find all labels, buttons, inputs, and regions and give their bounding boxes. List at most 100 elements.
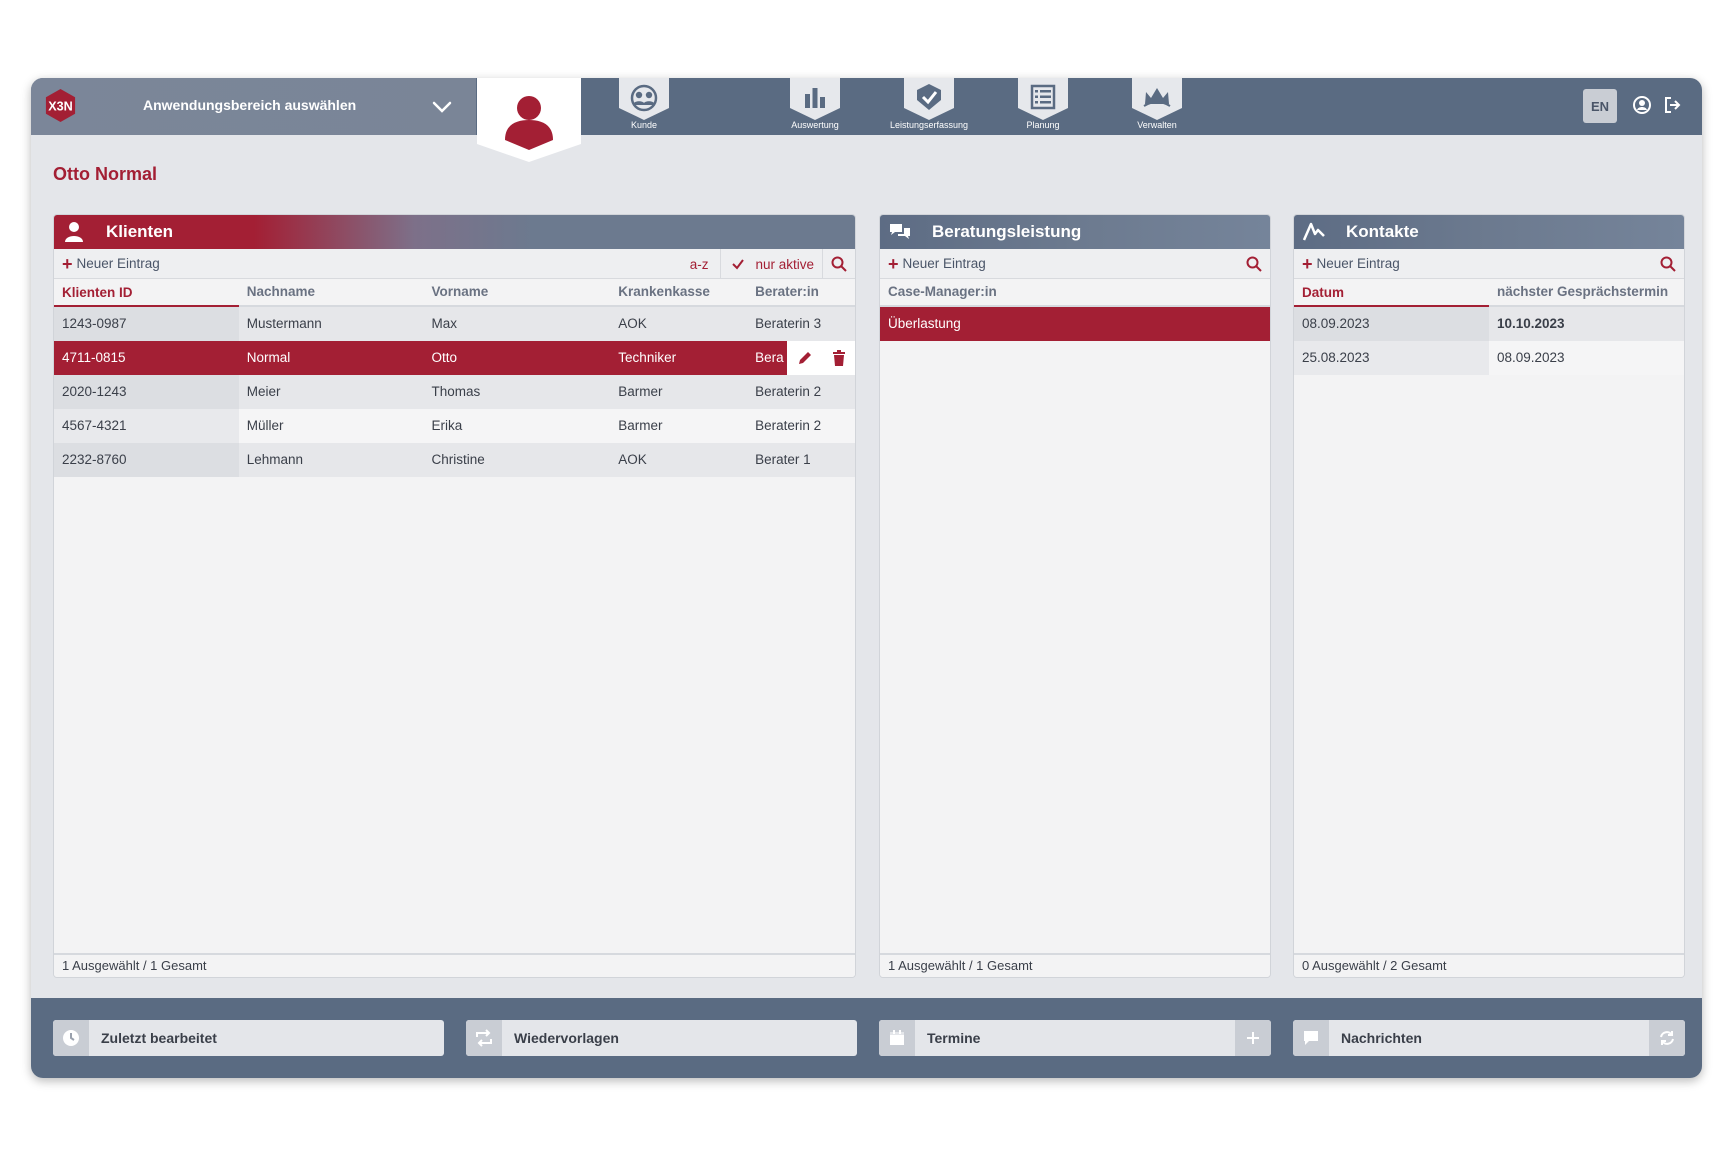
search-icon (831, 256, 847, 272)
nav-label-planung: Planung (1026, 120, 1060, 130)
customer-group-icon (619, 78, 669, 120)
area-select-dropdown[interactable]: X3N Anwendungsbereich auswählen (31, 78, 476, 135)
cell-nachname: Meier (246, 384, 281, 399)
messages-button[interactable]: Nachrichten (1293, 1020, 1685, 1056)
beratung-footer: 1 Ausgewählt / 1 Gesamt (880, 953, 1270, 977)
klienten-search-button[interactable] (823, 249, 855, 279)
table-row[interactable]: 25.08.2023 08.09.2023 (1294, 341, 1684, 375)
messages-label: Nachrichten (1341, 1030, 1422, 1046)
column-datum[interactable]: Datum (1294, 279, 1489, 307)
page-title: Otto Normal (53, 164, 158, 184)
column-case-manager[interactable]: Case-Manager:in (880, 278, 1270, 306)
cell-nachname: Normal (246, 350, 291, 365)
user-icon (517, 96, 541, 120)
search-icon (1660, 256, 1676, 272)
cell-case-manager: Überlastung (880, 307, 1270, 341)
table-row[interactable]: 08.09.2023 10.10.2023 (1294, 307, 1684, 341)
table-row-selected[interactable]: Überlastung (880, 307, 1270, 341)
plus-icon (1247, 1032, 1259, 1044)
kontakte-search-button[interactable] (1652, 249, 1684, 279)
table-row[interactable]: 2232-8760 Lehmann Christine AOK Berater … (54, 443, 855, 477)
beratung-toolbar: + Neuer Eintrag (880, 249, 1270, 279)
table-row[interactable]: 1243-0987 Mustermann Max AOK Beraterin 3 (54, 307, 855, 341)
nav-item-leistungserfassung[interactable]: Leistungserfassung (889, 78, 969, 135)
table-row[interactable]: 4567-4321 Müller Erika Barmer Beraterin … (54, 409, 855, 443)
followups-button[interactable]: Wiedervorlagen (466, 1020, 857, 1056)
cell-krankenkasse: AOK (618, 316, 647, 331)
kontakte-title: Kontakte (1346, 222, 1419, 241)
logout-icon[interactable] (1662, 94, 1684, 116)
plus-icon: + (1302, 253, 1313, 274)
column-nachname[interactable]: Nachname (239, 278, 424, 306)
kontakte-new-entry-button[interactable]: + Neuer Eintrag (1302, 255, 1400, 273)
table-row-selected[interactable]: 4711-0815 Normal Otto Techniker Bera (54, 341, 855, 375)
delete-icon[interactable] (831, 349, 847, 367)
cell-berater: Beraterin 2 (755, 384, 822, 399)
klienten-new-entry-button[interactable]: + Neuer Eintrag (62, 255, 160, 273)
column-krankenkasse[interactable]: Krankenkasse (610, 278, 747, 306)
followups-label: Wiedervorlagen (514, 1030, 619, 1046)
chat-bubbles-icon (890, 224, 910, 239)
beratung-search-button[interactable] (1238, 249, 1270, 279)
cell-nachname: Müller (246, 418, 284, 433)
cell-berater: Beraterin 3 (755, 316, 822, 331)
kontakte-new-entry-label: Neuer Eintrag (1316, 256, 1400, 271)
nav-item-kunde[interactable]: Kunde (604, 78, 684, 135)
area-select-label: Anwendungsbereich auswählen (143, 97, 357, 113)
cell-klienten-id: 1243-0987 (54, 307, 239, 341)
x3n-logo: X3N (45, 88, 76, 123)
column-berater[interactable]: Berater:in (747, 278, 855, 306)
repeat-icon (466, 1020, 502, 1056)
table-row[interactable]: 2020-1243 Meier Thomas Barmer Beraterin … (54, 375, 855, 409)
user-tab[interactable] (477, 78, 581, 162)
cell-vorname: Erika (431, 418, 463, 433)
top-bar: X3N Anwendungsbereich auswählen Kunde Au… (31, 78, 1702, 162)
beratung-new-entry-button[interactable]: + Neuer Eintrag (888, 255, 986, 273)
cell-berater: Beraterin 2 (755, 418, 822, 433)
nav-label-kunde: Kunde (630, 120, 658, 130)
klienten-header: Klienten (54, 215, 855, 249)
recent-edited-button[interactable]: Zuletzt bearbeitet (53, 1020, 444, 1056)
column-naechster-termin[interactable]: nächster Gesprächstermin (1489, 278, 1684, 306)
user-icon (65, 222, 83, 242)
check-icon (732, 259, 745, 270)
cell-klienten-id: 2020-1243 (54, 375, 239, 409)
bottom-bar: Zuletzt bearbeitet Wiedervorlagen Termin… (31, 998, 1702, 1078)
checkmark-shield-icon (904, 78, 954, 120)
nav-item-verwalten[interactable]: Verwalten (1117, 78, 1197, 135)
nav-item-auswertung[interactable]: Auswertung (775, 78, 855, 135)
nav-label-auswertung: Auswertung (791, 120, 839, 130)
kontakte-column-header: Datum nächster Gesprächstermin (1294, 279, 1684, 307)
kontakte-header: Kontakte (1294, 215, 1684, 249)
recent-edited-label: Zuletzt bearbeitet (101, 1030, 217, 1046)
cell-krankenkasse: Barmer (618, 384, 663, 399)
beratung-new-entry-label: Neuer Eintrag (902, 256, 986, 271)
account-icon[interactable] (1631, 94, 1653, 116)
column-vorname[interactable]: Vorname (424, 278, 611, 306)
chevron-down-icon (432, 101, 452, 113)
cell-krankenkasse: Barmer (618, 418, 663, 433)
refresh-messages-button[interactable] (1649, 1020, 1685, 1056)
cell-krankenkasse: Techniker (618, 350, 677, 365)
klienten-column-header: Klienten ID Nachname Vorname Krankenkass… (54, 279, 855, 307)
klienten-panel: Klienten + Neuer Eintrag a-z nur aktive (53, 214, 856, 978)
active-filter-toggle[interactable]: nur aktive (721, 257, 822, 272)
language-button[interactable]: EN (1583, 89, 1617, 123)
add-appointment-button[interactable] (1235, 1020, 1271, 1056)
edit-icon[interactable] (796, 349, 814, 367)
sort-az-toggle[interactable]: a-z (690, 257, 709, 272)
message-icon (1293, 1020, 1329, 1056)
app-window: X3N Anwendungsbereich auswählen Kunde Au… (31, 78, 1702, 1078)
appointments-button[interactable]: Termine (879, 1020, 1271, 1056)
cell-datum: 25.08.2023 (1294, 341, 1489, 375)
clock-icon (53, 1020, 89, 1056)
search-icon (1246, 256, 1262, 272)
appointments-label: Termine (927, 1030, 981, 1046)
nav-label-verwalten: Verwalten (1137, 120, 1177, 130)
crown-icon (1132, 78, 1182, 120)
cell-krankenkasse: AOK (618, 452, 647, 467)
nav-item-planung[interactable]: Planung (1003, 78, 1083, 135)
cell-klienten-id: 4711-0815 (54, 341, 239, 375)
logo-text: X3N (48, 99, 73, 113)
column-klienten-id[interactable]: Klienten ID (54, 279, 239, 307)
